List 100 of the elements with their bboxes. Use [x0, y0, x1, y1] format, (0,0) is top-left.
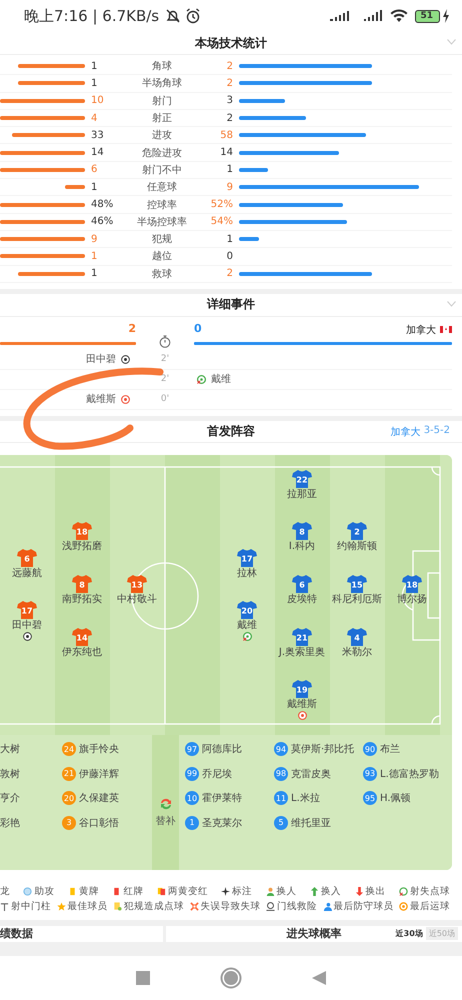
home-icon[interactable] — [220, 967, 242, 989]
stat-value: 14 — [90, 147, 105, 158]
section-title: 绩数据 — [0, 926, 33, 942]
substitute-name: 敦树 — [0, 768, 20, 781]
stat-value: 2 — [226, 78, 234, 89]
formation: 3-5-2 — [424, 424, 450, 438]
ball-icon — [197, 374, 206, 384]
event-player: 戴维斯 — [86, 392, 116, 406]
home-score: 2 — [128, 322, 136, 337]
player-name: J.奥索里奥 — [278, 646, 326, 659]
substitute-name: L.德富热罗勒 — [380, 768, 439, 781]
team-name: 加拿大 — [390, 426, 421, 439]
player-name: 拉那亚 — [287, 488, 317, 501]
section-title: 本场技术统计 — [195, 34, 267, 52]
legend-label: 标注 — [232, 884, 252, 898]
stat-label: 角球 — [151, 60, 173, 74]
stat-value: 46% — [90, 216, 114, 228]
jersey-icon: 15 — [347, 575, 367, 594]
flag-icon — [440, 326, 452, 334]
substitute-name: 克雷皮奥 — [291, 768, 331, 781]
substitute-name: 维托里亚 — [291, 816, 331, 830]
player-name: 南野拓实 — [62, 594, 102, 606]
player-name: 浅野拓磨 — [62, 541, 102, 554]
jersey-icon: 17 — [237, 548, 257, 567]
legend-label: 黄牌 — [78, 884, 99, 898]
stat-value: 2 — [226, 112, 234, 124]
number-badge: 21 — [62, 766, 76, 781]
ball-icon — [121, 394, 130, 404]
jersey-icon: 6 — [292, 575, 312, 594]
stat-value: 54% — [210, 216, 234, 228]
legend-label: 门线救险 — [277, 900, 317, 913]
range-tab[interactable]: 近30场 — [392, 926, 426, 940]
player-name: 米勒尔 — [342, 646, 372, 659]
stat-value: 2 — [226, 60, 234, 72]
number-badge: 20 — [62, 791, 76, 806]
cross-ball-icon — [190, 902, 198, 911]
number-badge: 95 — [363, 791, 377, 806]
substitutes-label: 替补 — [156, 814, 176, 828]
jersey-icon: 18 — [72, 522, 92, 540]
event-minute: 2' — [160, 374, 170, 384]
substitute-name: 久保建英 — [79, 792, 119, 806]
jersey-icon: 21 — [292, 628, 312, 646]
number-badge: 90 — [363, 742, 377, 756]
stat-label: 半场控球率 — [136, 216, 188, 229]
jersey-icon: 18 — [402, 575, 422, 594]
number-badge: 1 — [185, 816, 199, 830]
battery-level: 51 — [415, 10, 440, 22]
number-badge: 5 — [274, 816, 288, 830]
stat-value: 1 — [90, 250, 98, 262]
jersey-icon: 6 — [17, 548, 37, 567]
alarm-icon — [185, 8, 202, 24]
recents-icon[interactable] — [134, 970, 151, 986]
stat-value: 58 — [219, 130, 234, 141]
stat-value: 1 — [90, 182, 98, 193]
stat-bar — [18, 64, 85, 68]
stat-value: 1 — [90, 268, 98, 280]
card-icon — [112, 886, 122, 896]
substitute-name: L.米拉 — [291, 792, 320, 806]
stat-value: 14 — [219, 147, 234, 158]
chevron-down-icon[interactable] — [447, 300, 456, 307]
number-badge: 99 — [185, 766, 199, 781]
swap-icon — [158, 796, 172, 811]
chevron-down-icon[interactable] — [447, 39, 456, 45]
stat-value: 1 — [226, 234, 234, 245]
legend-label: 射失点球 — [410, 884, 450, 898]
jersey-icon: 2 — [347, 522, 367, 540]
jersey-icon: 19 — [292, 680, 312, 698]
substitute-name: 阿德库比 — [202, 742, 242, 756]
substitute-name: 莫伊斯·邦比托 — [291, 742, 354, 756]
ball-cross-icon — [398, 886, 408, 896]
jersey-icon: 20 — [237, 601, 257, 620]
cards-icon — [156, 886, 166, 896]
back-icon[interactable] — [311, 970, 328, 986]
stat-label: 射门 — [151, 94, 173, 108]
event-minute: 0' — [160, 394, 170, 404]
people-icon — [322, 902, 332, 911]
number-badge: 3 — [62, 816, 76, 830]
substitute-name: 亨介 — [0, 792, 20, 806]
stat-value: 6 — [90, 164, 98, 176]
legend-label: 犯规造成点球 — [124, 900, 184, 913]
stat-bar — [65, 185, 85, 190]
charging-icon — [442, 9, 450, 23]
substitute-name: H.佩顿 — [380, 792, 411, 806]
stat-bar — [18, 272, 85, 276]
stat-value: 33 — [90, 130, 105, 141]
legend-label: 换人 — [276, 884, 297, 898]
jersey-icon: 4 — [347, 628, 367, 646]
player-name: 远藤航 — [12, 568, 42, 580]
ball-swirl-icon — [399, 902, 408, 911]
jersey-icon: 17 — [17, 601, 37, 620]
substitute-name: 谷口彰悟 — [79, 816, 119, 830]
person-icon — [266, 886, 275, 896]
number-badge: 97 — [185, 742, 199, 756]
legend-label: 失误导致失球 — [200, 900, 260, 913]
stat-value: 2 — [226, 268, 234, 280]
substitute-name: 彩艳 — [0, 816, 20, 830]
stat-bar — [239, 168, 268, 172]
legend-label: 射中门柱 — [11, 900, 51, 913]
stat-value: 9 — [226, 182, 234, 193]
section-title: 进失球概率 — [286, 926, 342, 942]
